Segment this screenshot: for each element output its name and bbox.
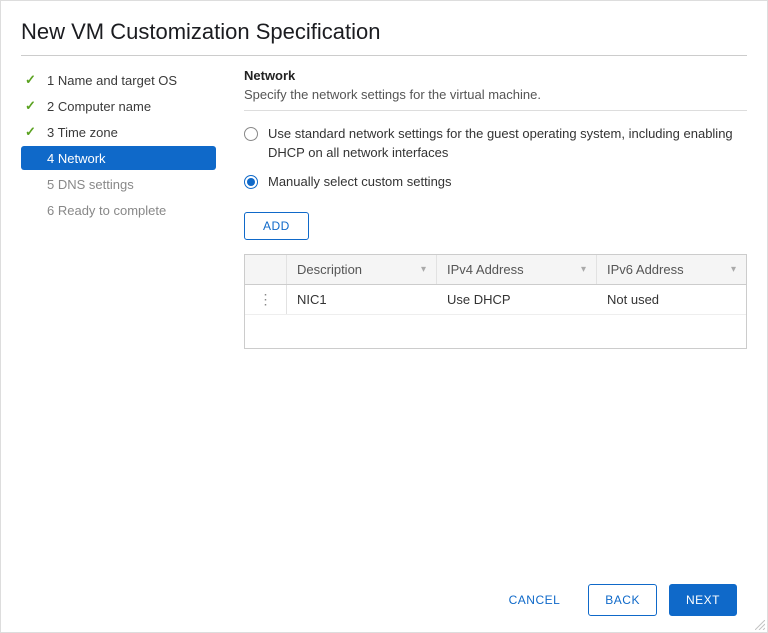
col-description[interactable]: Description ▾ [287, 255, 437, 284]
network-table: Description ▾ IPv4 Address ▾ IPv6 Addres… [244, 254, 747, 349]
step-dns-settings[interactable]: ✓ 5 DNS settings [21, 172, 216, 196]
step-ready-complete[interactable]: ✓ 6 Ready to complete [21, 198, 216, 222]
step-network[interactable]: ✓ 4 Network [21, 146, 216, 170]
section-heading: Network [244, 68, 747, 83]
radio-icon[interactable] [244, 175, 258, 189]
resize-grip-icon[interactable] [755, 620, 765, 630]
option-manual-settings[interactable]: Manually select custom settings [244, 173, 747, 192]
table-row[interactable]: ⋮ NIC1 Use DHCP Not used [245, 285, 746, 315]
cancel-button[interactable]: CANCEL [493, 585, 577, 615]
check-icon: ✓ [25, 124, 41, 140]
dialog-title: New VM Customization Specification [21, 19, 747, 56]
row-menu-icon[interactable]: ⋮ [245, 285, 287, 314]
option-manual-label: Manually select custom settings [268, 173, 452, 192]
filter-icon[interactable]: ▾ [581, 264, 586, 275]
next-button[interactable]: NEXT [669, 584, 737, 616]
radio-icon[interactable] [244, 127, 258, 141]
step-name-target-os[interactable]: ✓ 1 Name and target OS [21, 68, 216, 92]
option-standard-label: Use standard network settings for the gu… [268, 125, 747, 163]
step-computer-name[interactable]: ✓ 2 Computer name [21, 94, 216, 118]
dialog-footer: CANCEL BACK NEXT [21, 568, 747, 632]
check-icon: ✓ [25, 72, 41, 88]
content-panel: Network Specify the network settings for… [216, 68, 747, 568]
divider [244, 110, 747, 111]
check-icon: ✓ [25, 98, 41, 114]
col-ipv4[interactable]: IPv4 Address ▾ [437, 255, 597, 284]
cell-ipv6: Not used [597, 285, 746, 314]
wizard-sidebar: ✓ 1 Name and target OS ✓ 2 Computer name… [21, 68, 216, 568]
filter-icon[interactable]: ▾ [421, 264, 426, 275]
table-header: Description ▾ IPv4 Address ▾ IPv6 Addres… [245, 255, 746, 285]
cell-ipv4: Use DHCP [437, 285, 597, 314]
section-description: Specify the network settings for the vir… [244, 87, 747, 102]
step-time-zone[interactable]: ✓ 3 Time zone [21, 120, 216, 144]
col-ipv6[interactable]: IPv6 Address ▾ [597, 255, 746, 284]
option-standard-network[interactable]: Use standard network settings for the gu… [244, 125, 747, 163]
cell-description: NIC1 [287, 285, 437, 314]
back-button[interactable]: BACK [588, 584, 657, 616]
col-actions [245, 255, 287, 284]
filter-icon[interactable]: ▾ [731, 264, 736, 275]
add-button[interactable]: ADD [244, 212, 309, 240]
